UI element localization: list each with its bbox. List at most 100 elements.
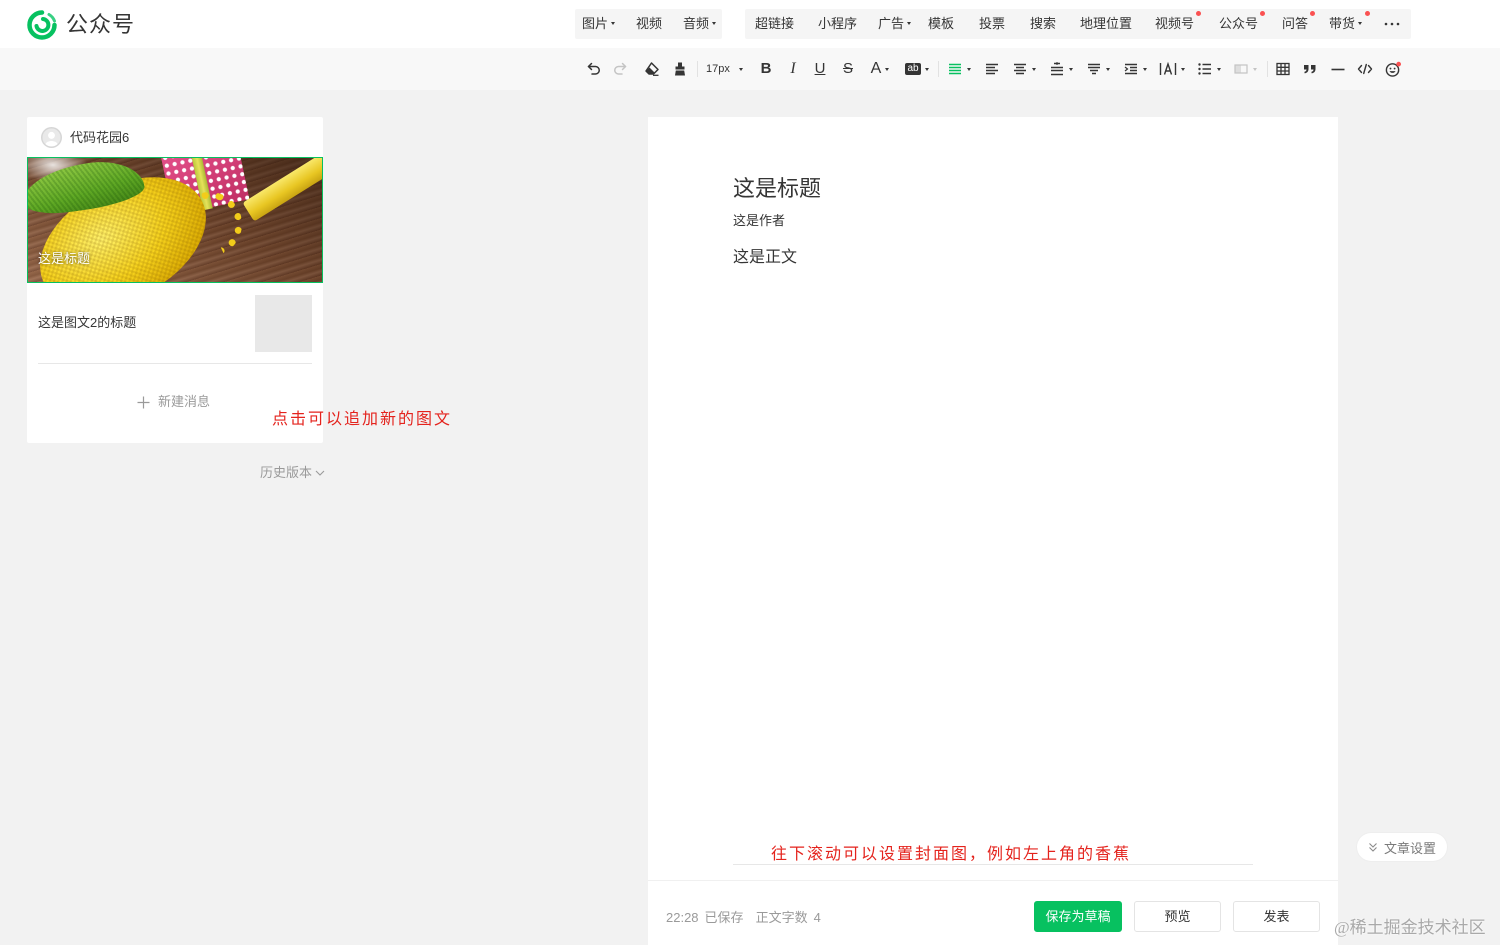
menu-audio[interactable]: 音频 bbox=[683, 9, 717, 39]
blockquote-button[interactable] bbox=[1302, 48, 1318, 90]
menu-video-label: 视频 bbox=[636, 16, 663, 31]
annotation-add-article: 点击可以追加新的图文 bbox=[272, 411, 453, 428]
format-painter-icon bbox=[645, 62, 659, 76]
menu-location-label: 地理位置 bbox=[1080, 16, 1133, 31]
table-button[interactable] bbox=[1275, 48, 1291, 90]
article-title: 这是图文2的标题 bbox=[38, 315, 137, 330]
menu-search-label: 搜索 bbox=[1030, 16, 1057, 31]
align-left-icon bbox=[949, 63, 961, 75]
menu-channels-label: 视频号 bbox=[1155, 16, 1195, 31]
font-size-select[interactable]: 17px bbox=[706, 48, 748, 90]
wechat-official-account-logo-icon bbox=[27, 10, 57, 40]
indent-button[interactable] bbox=[1122, 48, 1148, 90]
history-label: 历史版本 bbox=[260, 465, 313, 480]
caret-down-icon bbox=[1217, 67, 1221, 71]
editor-toolbar: 17px B I U S A ab bbox=[0, 48, 1500, 90]
caret-down-icon bbox=[1181, 67, 1185, 71]
menu-channels[interactable]: 视频号 bbox=[1155, 9, 1202, 39]
menu-mini-program-label: 小程序 bbox=[818, 16, 858, 31]
badge-dot bbox=[1310, 11, 1316, 16]
list-button[interactable] bbox=[1196, 48, 1222, 90]
table-icon bbox=[1276, 62, 1290, 76]
toolbar-separator bbox=[1267, 61, 1268, 77]
paragraph-spacing-button[interactable] bbox=[1085, 48, 1111, 90]
menu-hyperlink[interactable]: 超链接 bbox=[755, 9, 794, 39]
article-editor[interactable]: 这是标题 这是作者 这是正文 往下滚动可以设置封面图，例如左上角的香蕉 22:2… bbox=[648, 117, 1338, 945]
caret-down-icon bbox=[1253, 67, 1257, 71]
divider bbox=[38, 363, 312, 364]
strikethrough-button[interactable]: S bbox=[841, 48, 855, 90]
line-height-button[interactable] bbox=[1048, 48, 1074, 90]
badge-dot bbox=[1365, 11, 1371, 16]
logo-text: 公众号 bbox=[66, 12, 136, 37]
align-justify-button[interactable] bbox=[984, 48, 1000, 90]
article-list-card: 代码花园6 这是标题 这是图文2的标题 新建消息 bbox=[27, 117, 323, 443]
blockquote-icon bbox=[1304, 65, 1316, 74]
bold-button[interactable]: B bbox=[759, 48, 773, 90]
menu-ads[interactable]: 广告 bbox=[878, 9, 912, 39]
save-status-text: 已保存 bbox=[704, 910, 744, 925]
article-body-content[interactable]: 这是正文 bbox=[733, 247, 797, 269]
word-count-label: 正文字数 bbox=[755, 910, 808, 925]
redo-button[interactable] bbox=[612, 48, 628, 90]
menu-official-account[interactable]: 公众号 bbox=[1219, 9, 1266, 39]
menu-location[interactable]: 地理位置 bbox=[1080, 9, 1132, 39]
font-color-icon: A bbox=[870, 60, 882, 77]
menu-image-label: 图片 bbox=[582, 16, 609, 31]
menu-video[interactable]: 视频 bbox=[636, 9, 662, 39]
caret-down-icon bbox=[885, 67, 890, 71]
code-button[interactable] bbox=[1357, 48, 1373, 90]
menu-template[interactable]: 模板 bbox=[928, 9, 954, 39]
menu-mini-program[interactable]: 小程序 bbox=[818, 9, 857, 39]
caret-down-icon bbox=[738, 67, 743, 71]
letter-spacing-button[interactable] bbox=[1158, 48, 1186, 90]
undo-button[interactable] bbox=[586, 48, 602, 90]
list-icon bbox=[1198, 63, 1211, 75]
font-size-value: 17px bbox=[706, 63, 730, 75]
horizontal-rule-button[interactable] bbox=[1330, 48, 1346, 90]
menu-search[interactable]: 搜索 bbox=[1030, 9, 1056, 39]
menu-commerce-label: 带货 bbox=[1329, 16, 1356, 31]
align-center-button[interactable] bbox=[1011, 48, 1037, 90]
save-draft-button[interactable]: 保存为草稿 bbox=[1034, 901, 1122, 932]
align-left-button[interactable] bbox=[946, 48, 972, 90]
history-version-button[interactable]: 历史版本 bbox=[260, 464, 325, 482]
article-author-field[interactable]: 这是作者 bbox=[733, 212, 785, 230]
italic-button[interactable]: I bbox=[787, 48, 799, 90]
menu-vote-label: 投票 bbox=[979, 16, 1006, 31]
bold-icon: B bbox=[760, 60, 772, 77]
editor-footer: 22:28 已保存 正文字数 4 保存为草稿 预览 发表 bbox=[648, 880, 1338, 945]
article-item[interactable]: 这是图文2的标题 bbox=[27, 283, 323, 363]
menu-more[interactable] bbox=[1384, 9, 1400, 39]
menu-image[interactable]: 图片 bbox=[582, 9, 616, 39]
border-style-button[interactable] bbox=[1232, 48, 1258, 90]
strikethrough-icon: S bbox=[842, 60, 853, 77]
publish-button[interactable]: 发表 bbox=[1233, 901, 1320, 932]
caret-down-icon bbox=[1143, 67, 1147, 71]
toolbar-separator bbox=[938, 61, 939, 77]
article-settings-button[interactable]: 文章设置 bbox=[1357, 833, 1447, 861]
caret-down-icon bbox=[1106, 67, 1110, 71]
account-name: 代码花园6 bbox=[70, 130, 130, 145]
paragraph-spacing-icon bbox=[1088, 63, 1100, 75]
preview-button[interactable]: 预览 bbox=[1134, 901, 1221, 932]
annotation-set-cover: 往下滚动可以设置封面图，例如左上角的香蕉 bbox=[771, 846, 1132, 863]
menu-commerce[interactable]: 带货 bbox=[1329, 9, 1371, 39]
horizontal-rule-icon bbox=[1331, 68, 1345, 71]
menu-qa[interactable]: 问答 bbox=[1282, 9, 1316, 39]
article-title-field[interactable]: 这是标题 bbox=[733, 176, 821, 202]
underline-icon: U bbox=[814, 60, 826, 77]
menu-hyperlink-label: 超链接 bbox=[755, 16, 795, 31]
redo-icon bbox=[614, 62, 627, 75]
format-painter-button[interactable] bbox=[644, 48, 660, 90]
caret-down-icon bbox=[1032, 67, 1036, 71]
clear-format-button[interactable] bbox=[672, 48, 688, 90]
underline-button[interactable]: U bbox=[813, 48, 827, 90]
font-color-button[interactable]: A bbox=[867, 48, 893, 90]
background-color-button[interactable]: ab bbox=[903, 48, 931, 90]
new-message-button[interactable]: 新建消息 bbox=[137, 392, 210, 412]
article-item-selected[interactable]: 这是标题 bbox=[27, 157, 323, 283]
menu-vote[interactable]: 投票 bbox=[979, 9, 1005, 39]
emoji-button[interactable] bbox=[1385, 48, 1401, 90]
align-justify-icon bbox=[986, 63, 998, 75]
